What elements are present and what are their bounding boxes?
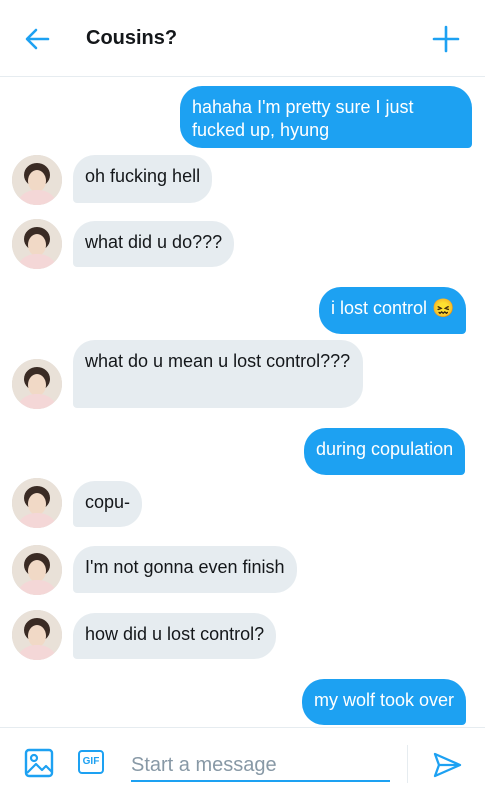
message-bubble-outgoing[interactable]: my wolf took over <box>302 679 467 725</box>
message-bubble-incoming[interactable]: I'm not gonna even finish <box>73 546 297 593</box>
plus-icon[interactable] <box>431 24 461 54</box>
avatar[interactable] <box>12 359 62 409</box>
conversation-header: Cousins? <box>0 0 485 77</box>
message-bubble-outgoing[interactable]: i lost control 😖 <box>319 287 467 334</box>
back-arrow-icon[interactable] <box>22 24 52 54</box>
message-bubble-incoming[interactable]: oh fucking hell <box>73 155 213 203</box>
image-icon[interactable] <box>24 748 54 778</box>
message-bubble-outgoing[interactable]: hahaha I'm pretty sure I just fucked up,… <box>180 86 472 148</box>
avatar[interactable] <box>12 219 62 269</box>
message-bubble-incoming[interactable]: what did u do??? <box>73 221 235 267</box>
avatar[interactable] <box>12 545 62 595</box>
avatar[interactable] <box>12 478 62 528</box>
send-icon[interactable] <box>432 750 462 780</box>
avatar[interactable] <box>12 155 62 205</box>
message-bubble-incoming[interactable]: how did u lost control? <box>73 613 277 659</box>
conversation-title: Cousins? <box>86 27 178 49</box>
message-bubble-outgoing[interactable]: during copulation <box>304 428 466 475</box>
message-bubble-incoming[interactable]: what do u mean u lost control??? <box>73 340 363 408</box>
message-bubble-incoming[interactable]: copu- <box>73 481 143 527</box>
message-input[interactable] <box>131 750 390 782</box>
composer-divider <box>407 745 408 783</box>
gif-button[interactable]: GIF <box>78 750 104 774</box>
message-composer: GIF <box>0 727 485 801</box>
avatar[interactable] <box>12 610 62 660</box>
